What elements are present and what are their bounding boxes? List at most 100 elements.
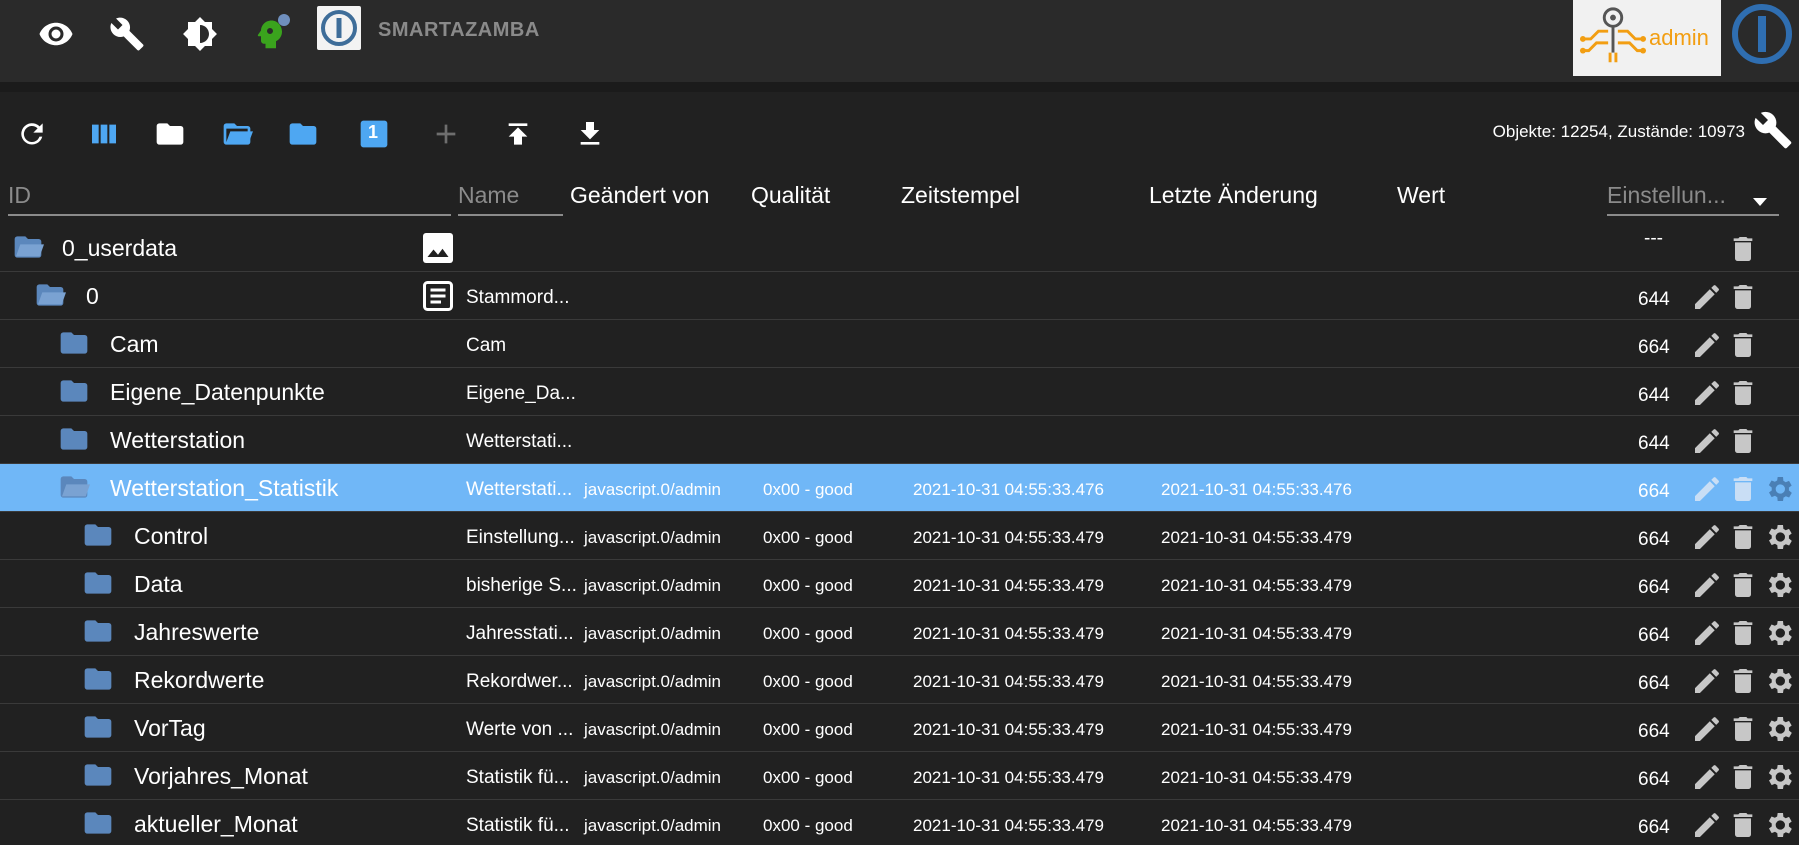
app-bar: SMARTAZAMBA admin [0, 0, 1799, 82]
gear-icon[interactable] [1763, 473, 1795, 505]
eye-icon[interactable] [34, 14, 78, 54]
delete-icon[interactable] [1727, 281, 1759, 313]
row-id: Rekordwerte [134, 667, 265, 693]
tree-row-selected[interactable]: Wetterstation_Statistik Wetterstati... j… [0, 464, 1799, 512]
delete-icon[interactable] [1727, 809, 1759, 841]
delete-icon[interactable] [1727, 665, 1759, 697]
id-filter-input[interactable]: ID [8, 176, 451, 216]
upload-icon[interactable] [498, 114, 538, 154]
delete-icon[interactable] [1727, 233, 1759, 265]
edit-icon[interactable] [1691, 521, 1723, 553]
row-timestamp: 2021-10-31 04:55:33.479 [913, 816, 1104, 835]
folder-icon[interactable] [150, 114, 190, 154]
row-last-change: 2021-10-31 04:55:33.479 [1161, 720, 1352, 739]
expert-mode-icon[interactable] [248, 14, 292, 54]
folder-icon[interactable] [54, 375, 94, 407]
tree-row[interactable]: Wetterstation Wetterstati... 644 [0, 416, 1799, 464]
edit-icon[interactable] [1691, 473, 1723, 505]
edit-icon[interactable] [1691, 281, 1723, 313]
gear-icon[interactable] [1763, 521, 1795, 553]
folder-icon[interactable] [78, 711, 118, 743]
row-name: Wetterstati... [466, 479, 573, 500]
row-name: bisherige S... [466, 575, 577, 596]
gear-icon[interactable] [1763, 713, 1795, 745]
edit-icon[interactable] [1691, 425, 1723, 457]
column-header: ID Name Geändert von Qualität Zeitstempe… [0, 166, 1799, 222]
row-name: Rekordwer... [466, 671, 573, 692]
folder-icon[interactable] [78, 567, 118, 599]
row-name: Werte von ... [466, 719, 574, 740]
folder-open-icon[interactable] [8, 231, 48, 263]
gear-icon[interactable] [1763, 809, 1795, 841]
folder-open-icon[interactable] [217, 114, 257, 154]
row-id: VorTag [134, 715, 206, 741]
edit-icon[interactable] [1691, 617, 1723, 649]
settings-column-select[interactable]: Einstellun... [1607, 176, 1779, 216]
delete-icon[interactable] [1727, 377, 1759, 409]
folder-icon[interactable] [78, 615, 118, 647]
delete-icon[interactable] [1727, 761, 1759, 793]
refresh-icon[interactable] [12, 114, 52, 154]
col-quality: Qualität [751, 182, 831, 208]
edit-icon[interactable] [1691, 569, 1723, 601]
edit-icon[interactable] [1691, 809, 1723, 841]
edit-icon[interactable] [1691, 329, 1723, 361]
row-name: Jahresstati... [466, 623, 574, 644]
tree-row[interactable]: Rekordwerte Rekordwer... javascript.0/ad… [0, 656, 1799, 704]
folder-blue-icon[interactable] [283, 114, 323, 154]
folder-icon[interactable] [54, 327, 94, 359]
delete-icon[interactable] [1727, 617, 1759, 649]
tree-row[interactable]: Vorjahres_Monat Statistik fü... javascri… [0, 752, 1799, 800]
columns-icon[interactable] [84, 114, 124, 154]
wrench-icon[interactable] [105, 14, 149, 54]
row-name: Statistik fü... [466, 767, 570, 788]
delete-icon[interactable] [1727, 329, 1759, 361]
tree-row[interactable]: VorTag Werte von ... javascript.0/admin … [0, 704, 1799, 752]
tree-row[interactable]: Eigene_Datenpunkte Eigene_Da... 644 [0, 368, 1799, 416]
delete-icon[interactable] [1727, 521, 1759, 553]
tree-row[interactable]: Jahreswerte Jahresstati... javascript.0/… [0, 608, 1799, 656]
folder-icon[interactable] [78, 663, 118, 695]
folder-icon[interactable] [78, 759, 118, 791]
tree-row[interactable]: 0 Stammord... 644 [0, 272, 1799, 320]
delete-icon[interactable] [1727, 569, 1759, 601]
folder-icon[interactable] [54, 423, 94, 455]
row-id: Control [134, 523, 209, 549]
edit-icon[interactable] [1691, 377, 1723, 409]
tree-row[interactable]: 0_userdata --- [0, 224, 1799, 272]
tree-row[interactable]: Data bisherige S... javascript.0/admin 0… [0, 560, 1799, 608]
row-id: Eigene_Datenpunkte [110, 379, 325, 405]
admin-logo[interactable]: admin [1573, 0, 1721, 76]
folder-icon[interactable] [78, 807, 118, 839]
gear-icon[interactable] [1763, 617, 1795, 649]
name-filter-input[interactable]: Name [458, 176, 563, 216]
delete-icon[interactable] [1727, 425, 1759, 457]
delete-icon[interactable] [1727, 713, 1759, 745]
folder-open-icon[interactable] [30, 279, 70, 311]
row-quality: 0x00 - good [763, 480, 853, 499]
gear-icon[interactable] [1763, 569, 1795, 601]
level-1-icon[interactable]: 1 [354, 114, 394, 154]
row-acl: 664 [1638, 721, 1670, 742]
download-icon[interactable] [570, 114, 610, 154]
tree-row[interactable]: Control Einstellung... javascript.0/admi… [0, 512, 1799, 560]
row-changed-by: javascript.0/admin [584, 768, 722, 787]
add-icon[interactable] [426, 114, 466, 154]
image-icon[interactable] [420, 230, 456, 266]
gear-icon[interactable] [1763, 761, 1795, 793]
tree-row[interactable]: Cam Cam 664 [0, 320, 1799, 368]
settings-wrench-icon[interactable] [1753, 110, 1793, 150]
theme-icon[interactable] [178, 14, 222, 54]
folder-open-icon[interactable] [54, 471, 94, 503]
tree-row[interactable]: aktueller_Monat Statistik fü... javascri… [0, 800, 1799, 845]
row-id: Data [134, 571, 183, 597]
edit-icon[interactable] [1691, 761, 1723, 793]
folder-icon[interactable] [78, 519, 118, 551]
edit-icon[interactable] [1691, 713, 1723, 745]
description-icon[interactable] [420, 278, 456, 314]
gear-icon[interactable] [1763, 665, 1795, 697]
edit-icon[interactable] [1691, 665, 1723, 697]
row-quality: 0x00 - good [763, 624, 853, 643]
delete-icon[interactable] [1727, 473, 1759, 505]
row-acl: 644 [1638, 385, 1670, 406]
